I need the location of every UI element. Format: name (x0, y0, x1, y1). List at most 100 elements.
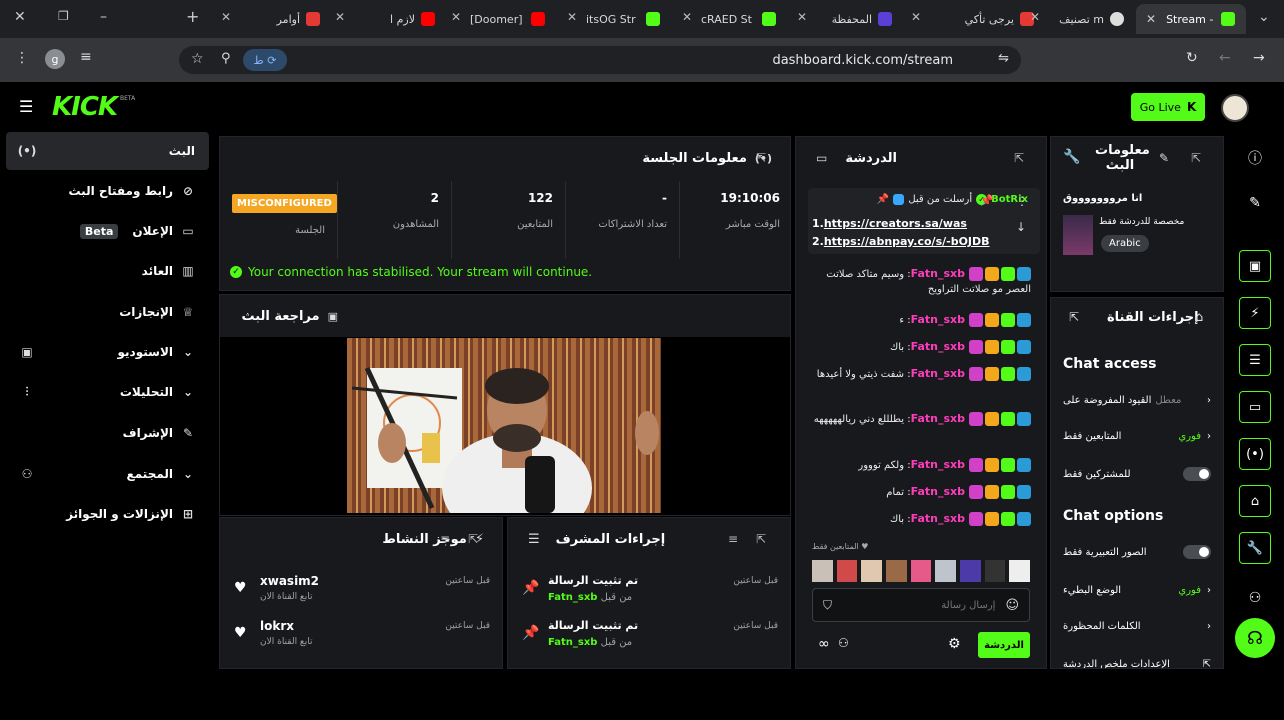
session-widget-button[interactable]: ▣ (1239, 250, 1271, 282)
emotes-only-toggle[interactable] (1183, 545, 1211, 559)
tab-doomer[interactable]: [Doomer] (470, 4, 550, 34)
tab-close-icon[interactable]: ✕ (911, 10, 921, 24)
site-settings-icon[interactable]: ⇋ (998, 51, 1009, 66)
tab-search-chevron-icon[interactable]: ⌄ (1258, 9, 1270, 25)
apps-icon[interactable]: ⚇ (1239, 582, 1271, 614)
tab-commands[interactable]: أوامر (240, 4, 320, 34)
back-icon[interactable]: → (1253, 50, 1265, 66)
tab-close-icon[interactable]: ✕ (451, 10, 461, 24)
tab-youtube-1[interactable]: لازم ا (355, 4, 435, 34)
avatar[interactable] (910, 560, 932, 582)
avatar[interactable] (960, 560, 981, 582)
banned-words-row[interactable]: الكلمات المحظورة › (1063, 616, 1211, 636)
sidebar-item-moderation[interactable]: الإشراف ✎ (6, 414, 209, 452)
stream-video[interactable] (347, 338, 661, 513)
sidebar-item-stream-key[interactable]: رابط ومفتاح البث ⊘ (6, 172, 209, 210)
tab-close-icon[interactable]: ✕ (567, 10, 577, 24)
tab-wallet[interactable]: المحفظة (816, 4, 892, 34)
avatar[interactable] (812, 560, 833, 582)
channel-widget-button[interactable]: ⌂ (1239, 485, 1271, 517)
window-minimize-icon[interactable]: – (100, 9, 107, 25)
popout-icon[interactable]: ⇱ (1191, 151, 1201, 165)
users-icon[interactable]: ⚇ (838, 636, 849, 650)
chat-input[interactable]: ⛉ إرسال رسالة ☺ (812, 588, 1030, 622)
tab-close-icon[interactable]: ✕ (682, 10, 692, 24)
lightning-widget-button[interactable]: ⚡ (1239, 297, 1271, 329)
new-tab-icon[interactable]: + (186, 7, 199, 26)
followers-only-row[interactable]: المتابعين فقط فوري › (1063, 426, 1211, 446)
sidebar-item-analytics[interactable]: ⫶ التحليلات ⌄ (6, 373, 209, 411)
sidebar-item-ads[interactable]: Beta الإعلان ▭ (6, 212, 209, 250)
shield-icon[interactable]: ⛉ (823, 598, 832, 613)
subscribers-only-row[interactable]: للمشتركين فقط (1063, 464, 1211, 484)
sidebar-item-revenue[interactable]: العائد ▥ (6, 252, 209, 290)
info-icon[interactable]: ⓘ (1239, 142, 1271, 174)
reload-icon[interactable]: ↻ (1186, 50, 1198, 66)
filter-icon[interactable]: ≡ (728, 532, 738, 546)
tab-stream-active[interactable]: ✕ Stream - (1136, 4, 1246, 34)
chat-settings-row[interactable]: الإعدادات ملخص الدردشة ⇱ (1063, 654, 1211, 669)
emoji-icon[interactable]: ☺ (1005, 598, 1019, 613)
tab-ranking[interactable]: تصنيف m (1048, 4, 1124, 34)
tab-close-icon[interactable]: ✕ (797, 10, 807, 24)
hamburger-menu-icon[interactable]: ☰ (19, 97, 33, 116)
avatar[interactable] (935, 560, 957, 582)
avatar[interactable] (984, 560, 1006, 582)
sidebar-item-achievements[interactable]: الإنجازات ♕ (6, 293, 209, 331)
arrow-down-icon[interactable]: ↓ (1016, 220, 1026, 234)
tab-itsog[interactable]: itsOG Str (586, 4, 662, 34)
list-widget-button[interactable]: ☰ (1239, 344, 1271, 376)
tab-confirm[interactable]: يرجى تأكي (930, 4, 1034, 34)
avatar[interactable] (1009, 560, 1031, 582)
search-icon[interactable]: ⚲ (221, 51, 231, 66)
pinned-link-1[interactable]: https://creators.sa/was (824, 217, 967, 230)
edit-icon[interactable]: ✎ (1159, 151, 1169, 165)
popout-icon[interactable]: ⇱ (468, 532, 478, 546)
tab-close-icon[interactable]: ✕ (335, 10, 345, 24)
user-avatar[interactable] (1221, 94, 1249, 122)
broadcast-widget-button[interactable]: (•) (1239, 438, 1271, 470)
forward-icon[interactable]: ← (1219, 50, 1231, 66)
translate-icon[interactable]: ط ⟳ (243, 49, 287, 71)
restrictions-row[interactable]: القيود المفروضة على معطل › (1063, 390, 1211, 410)
window-close-icon[interactable]: ✕ (14, 9, 26, 25)
avatar[interactable] (861, 560, 883, 582)
sidebar-item-stream[interactable]: (•) البث (6, 132, 209, 170)
tab-close-icon[interactable]: ✕ (221, 10, 231, 24)
reading-list-icon[interactable]: ≡ (80, 49, 92, 65)
stat-live-time: 19:10:06 الوقت مباشر (720, 191, 780, 230)
send-chat-button[interactable]: الدردشة (978, 632, 1030, 658)
more-options-icon[interactable]: ⋮ (1016, 194, 1028, 208)
profile-avatar[interactable]: g (45, 49, 65, 69)
chat-widget-button[interactable]: ▭ (1239, 391, 1271, 423)
wrench-widget-button[interactable]: 🔧 (1239, 532, 1271, 564)
sidebar-item-drops[interactable]: الإنزالات و الجوائز ⊞ (6, 495, 209, 533)
go-live-button[interactable]: Go Live K (1131, 93, 1205, 121)
filter-icon[interactable]: ≡ (440, 532, 450, 546)
emotes-only-row[interactable]: الصور التعبيرية فقط (1063, 542, 1211, 562)
menu-dots-icon[interactable]: ⋮ (15, 50, 29, 66)
slow-mode-row[interactable]: الوضع البطيء فوري › (1063, 580, 1211, 600)
address-bar[interactable]: ☆ ⚲ ط ⟳ dashboard.kick.com/stream ⇋ (179, 46, 1021, 74)
tab-close-icon[interactable]: ✕ (1030, 10, 1040, 24)
popout-icon[interactable]: ⇱ (756, 151, 766, 165)
support-button[interactable]: ☊ (1235, 618, 1275, 658)
sidebar-item-community[interactable]: ⚇ المجتمع ⌄ (6, 455, 209, 493)
avatar[interactable] (886, 560, 907, 582)
infinity-icon[interactable]: ∞ (818, 636, 830, 652)
kick-logo[interactable]: KICK (52, 92, 118, 122)
avatar[interactable] (836, 560, 858, 582)
tab-close-icon[interactable]: ✕ (1146, 12, 1156, 26)
pencil-icon[interactable]: ✎ (1239, 187, 1271, 219)
popout-icon[interactable]: ⇱ (1014, 151, 1024, 165)
gear-icon[interactable]: ⚙ (948, 636, 961, 652)
popout-icon[interactable]: ⇱ (1069, 310, 1079, 324)
popout-icon[interactable]: ⇱ (756, 532, 766, 546)
pinned-link-2[interactable]: https://abnpay.co/s/-bOJDB (824, 235, 990, 248)
subscribers-only-toggle[interactable] (1183, 467, 1211, 481)
bookmark-star-icon[interactable]: ☆ (191, 51, 204, 67)
window-restore-icon[interactable]: ❐ (58, 9, 69, 23)
tab-craed[interactable]: cRAED St (701, 4, 777, 34)
sidebar-item-studio[interactable]: ▣ الاستوديو ⌄ (6, 333, 209, 371)
unpin-icon[interactable]: 📌 (980, 194, 994, 207)
